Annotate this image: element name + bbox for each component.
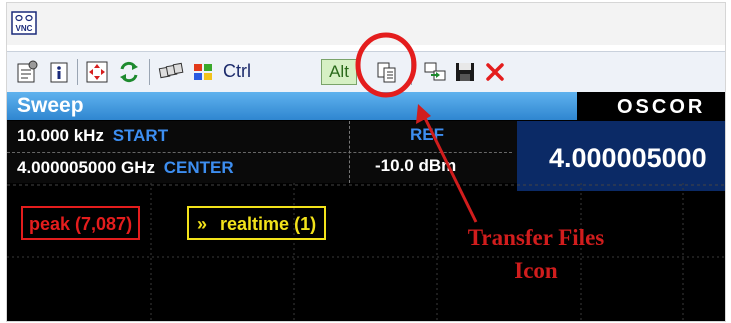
sweep-title: Sweep (17, 94, 84, 117)
start-menu-icon[interactable] (189, 58, 217, 86)
vnc-window: VNC Ctrl Alt Sweep OSCOR 10.000 kHz STAR… (6, 2, 726, 322)
center-frequency[interactable]: 4.000005000 GHz CENTER (17, 158, 234, 178)
start-label: START (112, 126, 169, 145)
start-frequency[interactable]: 10.000 kHz START (17, 126, 168, 146)
center-value: 4.000005000 GHz (17, 158, 155, 177)
title-bar: VNC (7, 3, 725, 45)
alt-toggle[interactable]: Alt (321, 59, 357, 85)
center-label: CENTER (163, 158, 234, 177)
properties-icon[interactable] (13, 58, 41, 86)
panel-divider (349, 121, 350, 183)
ctrl-alt-del-icon[interactable] (157, 58, 185, 86)
refresh-icon[interactable] (115, 58, 143, 86)
toolbar-separator (149, 59, 150, 85)
ref-label: REF (410, 125, 444, 144)
vnc-toolbar: Ctrl Alt (7, 51, 725, 93)
toolbar-separator (411, 59, 412, 85)
start-value: 10.000 kHz (17, 126, 104, 145)
info-icon[interactable] (45, 58, 73, 86)
annotation-callout: Transfer Files Icon (441, 221, 631, 287)
annotation-line-1: Transfer Files (467, 225, 605, 250)
sweep-bar: Sweep (7, 92, 577, 120)
realtime-marker-icon: » (197, 214, 208, 234)
ctrl-toggle[interactable]: Ctrl (223, 61, 251, 82)
new-connection-icon[interactable] (421, 58, 449, 86)
realtime-trace-text: realtime (1) (220, 214, 317, 234)
peak-trace-label[interactable]: peak (7,087) (21, 206, 141, 240)
realtime-trace-label[interactable]: » realtime (1) (187, 206, 327, 240)
save-icon[interactable] (451, 58, 479, 86)
vnc-icon-text: VNC (16, 24, 33, 33)
full-screen-icon[interactable] (83, 58, 111, 86)
toolbar-separator (77, 59, 78, 85)
ref-value[interactable]: -10.0 dBm (375, 156, 456, 176)
center-frequency-display[interactable]: 4.000005000 (517, 121, 725, 191)
close-icon[interactable] (481, 58, 509, 86)
vnc-icon[interactable]: VNC (11, 11, 37, 35)
panel-divider (7, 152, 512, 153)
annotation-line-2: Icon (514, 258, 558, 283)
transfer-files-icon[interactable] (373, 58, 401, 86)
brand-logo: OSCOR (583, 94, 725, 120)
frequency-panel[interactable]: 10.000 kHz START 4.000005000 GHz CENTER … (7, 121, 517, 183)
